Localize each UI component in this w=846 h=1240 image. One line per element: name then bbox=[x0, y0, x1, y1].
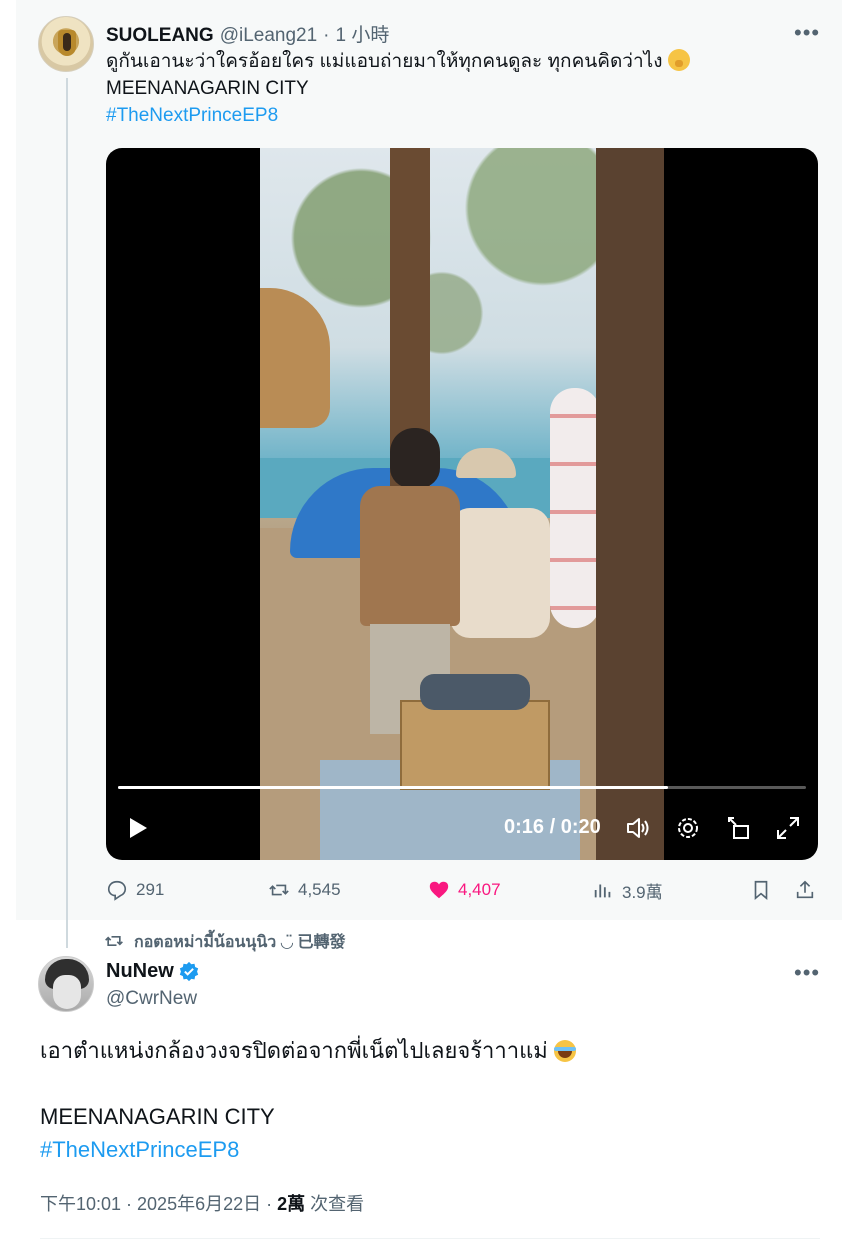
wooden-box-shape bbox=[400, 700, 550, 790]
post-timestamp[interactable]: 下午10:01 · 2025年6月22日 · bbox=[40, 1194, 277, 1214]
original-author-name[interactable]: SUOLEANG bbox=[106, 25, 214, 47]
body-shape bbox=[450, 508, 550, 638]
main-author-name[interactable]: NuNew bbox=[106, 960, 174, 983]
post-metadata: 下午10:01 · 2025年6月22日 · 2萬 次查看 bbox=[40, 1190, 364, 1216]
picture-in-picture-icon[interactable] bbox=[724, 814, 752, 842]
towel-shape bbox=[420, 674, 530, 710]
nunew-avatar[interactable] bbox=[38, 956, 94, 1012]
video-time: 0:16 / 0:20 bbox=[504, 816, 601, 838]
share-button[interactable] bbox=[794, 874, 816, 906]
bookmark-icon bbox=[754, 880, 768, 901]
views-button[interactable]: 3.9萬 bbox=[592, 874, 663, 906]
main-text-line1: เอาตำแหน่งกล้องวงจรปิดต่อจากพี่เน็ตไปเลย… bbox=[40, 1038, 548, 1063]
repost-icon bbox=[269, 884, 289, 896]
views-count: 3.9萬 bbox=[622, 882, 663, 902]
reply-button[interactable]: 291 bbox=[106, 874, 164, 906]
original-post-actions: 291 4,545 4,407 3.9萬 bbox=[106, 874, 818, 906]
main-author-handle[interactable]: @CwrNew bbox=[106, 988, 197, 1010]
header-separator: · bbox=[323, 25, 330, 46]
video-progress-bar[interactable] bbox=[118, 786, 806, 789]
face-with-tears-of-joy-emoji-icon bbox=[553, 1040, 576, 1062]
original-hashtag-link[interactable]: #TheNextPrinceEP8 bbox=[106, 102, 806, 129]
volume-icon[interactable] bbox=[624, 814, 652, 842]
head-shape bbox=[390, 428, 440, 488]
shirt-shape bbox=[360, 486, 460, 626]
view-label: 次查看 bbox=[305, 1194, 365, 1214]
more-options-icon[interactable]: ••• bbox=[794, 20, 820, 46]
repost-button[interactable]: 4,545 bbox=[268, 874, 341, 906]
repost-banner[interactable]: กอตอหม่ามี้น้อนนุนิว ◡̈ 已轉發 bbox=[104, 930, 345, 952]
original-author-handle[interactable]: @iLeang21 bbox=[220, 25, 317, 47]
original-text-line1: ดูกันเอานะว่าใครอ้อยใคร แม่แอบถ่ายมาให้ท… bbox=[106, 51, 663, 72]
video-progress-fill bbox=[118, 786, 669, 789]
face-shape bbox=[53, 975, 81, 1009]
reply-count: 291 bbox=[136, 880, 165, 899]
view-count: 2萬 bbox=[277, 1194, 306, 1214]
original-post-text: ดูกันเอานะว่าใครอ้อยใคร แม่แอบถ่ายมาให้ท… bbox=[106, 48, 806, 129]
tree-trunk-right-shape bbox=[596, 148, 664, 860]
verified-badge-icon bbox=[179, 961, 198, 981]
suoleang-avatar[interactable] bbox=[38, 16, 94, 72]
repost-count: 4,545 bbox=[298, 880, 341, 899]
original-text-line2: MEENANAGARIN CITY bbox=[106, 78, 309, 99]
play-icon[interactable] bbox=[126, 816, 150, 840]
settings-icon[interactable] bbox=[674, 814, 702, 842]
person-hat-shape bbox=[450, 448, 570, 668]
shushing-face-emoji-icon bbox=[667, 49, 690, 71]
video-frame bbox=[260, 148, 664, 860]
heart-icon bbox=[429, 881, 449, 899]
share-icon bbox=[796, 880, 814, 899]
divider bbox=[40, 1238, 820, 1239]
fullscreen-icon[interactable] bbox=[774, 814, 802, 842]
thread-connector-line bbox=[66, 78, 68, 948]
main-hashtag-link[interactable]: #TheNextPrinceEP8 bbox=[40, 1133, 820, 1166]
figure-shape bbox=[63, 33, 71, 51]
like-count: 4,407 bbox=[458, 880, 501, 899]
main-author-name-row[interactable]: NuNew bbox=[106, 960, 200, 983]
more-options-icon[interactable]: ••• bbox=[794, 960, 820, 986]
like-button[interactable]: 4,407 bbox=[428, 874, 501, 906]
repost-banner-text: กอตอหม่ามี้น้อนนุนิว ◡̈ 已轉發 bbox=[134, 933, 346, 951]
views-bar-chart-icon bbox=[594, 884, 611, 898]
main-text-line2: MEENANAGARIN CITY bbox=[40, 1104, 275, 1129]
original-post-header: SUOLEANG @iLeang21 · 1 小時 bbox=[106, 20, 390, 47]
bookmark-button[interactable] bbox=[750, 874, 772, 906]
hat-shape bbox=[456, 448, 516, 478]
original-post-time[interactable]: 1 小時 bbox=[336, 20, 390, 47]
video-player[interactable]: 0:16 / 0:20 bbox=[106, 148, 818, 860]
main-post-text: เอาตำแหน่งกล้องวงจรปิดต่อจากพี่เน็ตไปเลย… bbox=[40, 1034, 820, 1166]
reply-icon bbox=[107, 880, 127, 901]
repost-icon bbox=[105, 936, 123, 946]
